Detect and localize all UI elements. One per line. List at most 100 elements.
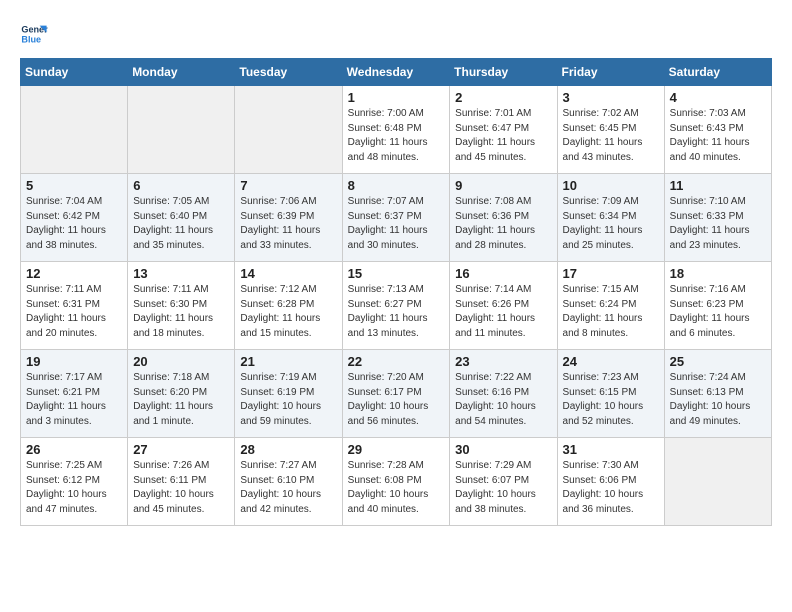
calendar-day-cell: 11 Sunrise: 7:10 AMSunset: 6:33 PMDayligh… — [664, 174, 771, 262]
calendar-day-cell — [21, 86, 128, 174]
day-number: 21 — [240, 354, 336, 369]
day-number: 11 — [670, 178, 766, 193]
day-info: Sunrise: 7:09 AMSunset: 6:34 PMDaylight:… — [563, 195, 659, 253]
day-number: 25 — [670, 354, 766, 369]
day-number: 12 — [26, 266, 122, 281]
calendar-day-cell: 26Sunrise: 7:25 AMSunset: 6:12 PMDayligh… — [21, 438, 128, 526]
day-number: 17 — [563, 266, 659, 281]
calendar-day-cell: 12 Sunrise: 7:11 AMSunset: 6:31 PMDayligh… — [21, 262, 128, 350]
day-number: 28 — [240, 442, 336, 457]
day-info: Sunrise: 7:11 AMSunset: 6:31 PMDaylight:… — [26, 283, 122, 341]
calendar-day-cell: 19 Sunrise: 7:17 AMSunset: 6:21 PMDayligh… — [21, 350, 128, 438]
day-info: Sunrise: 7:25 AMSunset: 6:12 PMDaylight:… — [26, 459, 122, 517]
day-number: 3 — [563, 90, 659, 105]
day-number: 27 — [133, 442, 229, 457]
calendar-day-cell: 8 Sunrise: 7:07 AMSunset: 6:37 PMDaylight… — [342, 174, 450, 262]
day-number: 30 — [455, 442, 551, 457]
calendar-day-cell: 30 Sunrise: 7:29 AMSunset: 6:07 PMDayligh… — [450, 438, 557, 526]
day-info: Sunrise: 7:23 AMSunset: 6:15 PMDaylight:… — [563, 371, 659, 429]
day-info: Sunrise: 7:27 AMSunset: 6:10 PMDaylight:… — [240, 459, 336, 517]
day-number: 31 — [563, 442, 659, 457]
day-info: Sunrise: 7:18 AMSunset: 6:20 PMDaylight:… — [133, 371, 229, 429]
day-number: 9 — [455, 178, 551, 193]
day-info: Sunrise: 7:15 AMSunset: 6:24 PMDaylight:… — [563, 283, 659, 341]
day-number: 2 — [455, 90, 551, 105]
calendar-day-cell: 28 Sunrise: 7:27 AMSunset: 6:10 PMDayligh… — [235, 438, 342, 526]
day-number: 7 — [240, 178, 336, 193]
calendar-day-cell: 13 Sunrise: 7:11 AMSunset: 6:30 PMDayligh… — [128, 262, 235, 350]
day-number: 8 — [348, 178, 445, 193]
calendar-day-cell: 23 Sunrise: 7:22 AMSunset: 6:16 PMDayligh… — [450, 350, 557, 438]
calendar-day-cell — [235, 86, 342, 174]
day-number: 4 — [670, 90, 766, 105]
logo: General Blue — [20, 20, 52, 48]
day-info: Sunrise: 7:17 AMSunset: 6:21 PMDaylight:… — [26, 371, 122, 429]
calendar-week-row: 12 Sunrise: 7:11 AMSunset: 6:31 PMDayligh… — [21, 262, 772, 350]
calendar-day-cell: 9 Sunrise: 7:08 AMSunset: 6:36 PMDaylight… — [450, 174, 557, 262]
day-number: 24 — [563, 354, 659, 369]
day-info: Sunrise: 7:05 AMSunset: 6:40 PMDaylight:… — [133, 195, 229, 253]
day-number: 19 — [26, 354, 122, 369]
calendar-day-cell: 5 Sunrise: 7:04 AMSunset: 6:42 PMDaylight… — [21, 174, 128, 262]
calendar-day-cell: 14Sunrise: 7:12 AMSunset: 6:28 PMDayligh… — [235, 262, 342, 350]
day-number: 22 — [348, 354, 445, 369]
calendar-day-cell: 22 Sunrise: 7:20 AMSunset: 6:17 PMDayligh… — [342, 350, 450, 438]
day-number: 5 — [26, 178, 122, 193]
svg-text:Blue: Blue — [21, 34, 41, 44]
day-info: Sunrise: 7:08 AMSunset: 6:36 PMDaylight:… — [455, 195, 551, 253]
day-info: Sunrise: 7:22 AMSunset: 6:16 PMDaylight:… — [455, 371, 551, 429]
weekday-header: Wednesday — [342, 59, 450, 86]
logo-icon: General Blue — [20, 20, 48, 48]
day-info: Sunrise: 7:28 AMSunset: 6:08 PMDaylight:… — [348, 459, 445, 517]
day-info: Sunrise: 7:26 AMSunset: 6:11 PMDaylight:… — [133, 459, 229, 517]
calendar-week-row: 1Sunrise: 7:00 AMSunset: 6:48 PMDaylight… — [21, 86, 772, 174]
day-info: Sunrise: 7:10 AMSunset: 6:33 PMDaylight:… — [670, 195, 766, 253]
day-number: 18 — [670, 266, 766, 281]
calendar-day-cell — [664, 438, 771, 526]
calendar-table: SundayMondayTuesdayWednesdayThursdayFrid… — [20, 58, 772, 526]
day-number: 29 — [348, 442, 445, 457]
day-info: Sunrise: 7:13 AMSunset: 6:27 PMDaylight:… — [348, 283, 445, 341]
calendar-week-row: 19 Sunrise: 7:17 AMSunset: 6:21 PMDayligh… — [21, 350, 772, 438]
day-info: Sunrise: 7:04 AMSunset: 6:42 PMDaylight:… — [26, 195, 122, 253]
calendar-week-row: 5 Sunrise: 7:04 AMSunset: 6:42 PMDaylight… — [21, 174, 772, 262]
calendar-day-cell: 25 Sunrise: 7:24 AMSunset: 6:13 PMDayligh… — [664, 350, 771, 438]
calendar-day-cell — [128, 86, 235, 174]
calendar-day-cell: 10 Sunrise: 7:09 AMSunset: 6:34 PMDayligh… — [557, 174, 664, 262]
day-info: Sunrise: 7:11 AMSunset: 6:30 PMDaylight:… — [133, 283, 229, 341]
calendar-day-cell: 21 Sunrise: 7:19 AMSunset: 6:19 PMDayligh… — [235, 350, 342, 438]
day-info: Sunrise: 7:29 AMSunset: 6:07 PMDaylight:… — [455, 459, 551, 517]
day-number: 20 — [133, 354, 229, 369]
day-info: Sunrise: 7:03 AMSunset: 6:43 PMDaylight:… — [670, 107, 766, 165]
calendar-day-cell: 17 Sunrise: 7:15 AMSunset: 6:24 PMDayligh… — [557, 262, 664, 350]
weekday-header: Saturday — [664, 59, 771, 86]
calendar-day-cell: 2 Sunrise: 7:01 AMSunset: 6:47 PMDaylight… — [450, 86, 557, 174]
day-number: 1 — [348, 90, 445, 105]
weekday-header: Thursday — [450, 59, 557, 86]
day-info: Sunrise: 7:16 AMSunset: 6:23 PMDaylight:… — [670, 283, 766, 341]
day-info: Sunrise: 7:24 AMSunset: 6:13 PMDaylight:… — [670, 371, 766, 429]
weekday-header: Sunday — [21, 59, 128, 86]
calendar-day-cell: 18 Sunrise: 7:16 AMSunset: 6:23 PMDayligh… — [664, 262, 771, 350]
day-info: Sunrise: 7:19 AMSunset: 6:19 PMDaylight:… — [240, 371, 336, 429]
calendar-day-cell: 4 Sunrise: 7:03 AMSunset: 6:43 PMDaylight… — [664, 86, 771, 174]
day-info: Sunrise: 7:30 AMSunset: 6:06 PMDaylight:… — [563, 459, 659, 517]
day-number: 10 — [563, 178, 659, 193]
day-number: 23 — [455, 354, 551, 369]
header-row: SundayMondayTuesdayWednesdayThursdayFrid… — [21, 59, 772, 86]
day-info: Sunrise: 7:20 AMSunset: 6:17 PMDaylight:… — [348, 371, 445, 429]
day-number: 15 — [348, 266, 445, 281]
calendar-week-row: 26Sunrise: 7:25 AMSunset: 6:12 PMDayligh… — [21, 438, 772, 526]
page-header: General Blue — [20, 20, 772, 48]
weekday-header: Friday — [557, 59, 664, 86]
day-info: Sunrise: 7:12 AMSunset: 6:28 PMDaylight:… — [240, 283, 336, 341]
weekday-header: Tuesday — [235, 59, 342, 86]
calendar-day-cell: 24 Sunrise: 7:23 AMSunset: 6:15 PMDayligh… — [557, 350, 664, 438]
day-number: 13 — [133, 266, 229, 281]
calendar-day-cell: 20 Sunrise: 7:18 AMSunset: 6:20 PMDayligh… — [128, 350, 235, 438]
day-info: Sunrise: 7:01 AMSunset: 6:47 PMDaylight:… — [455, 107, 551, 165]
day-info: Sunrise: 7:07 AMSunset: 6:37 PMDaylight:… — [348, 195, 445, 253]
day-info: Sunrise: 7:06 AMSunset: 6:39 PMDaylight:… — [240, 195, 336, 253]
calendar-day-cell: 15 Sunrise: 7:13 AMSunset: 6:27 PMDayligh… — [342, 262, 450, 350]
weekday-header: Monday — [128, 59, 235, 86]
